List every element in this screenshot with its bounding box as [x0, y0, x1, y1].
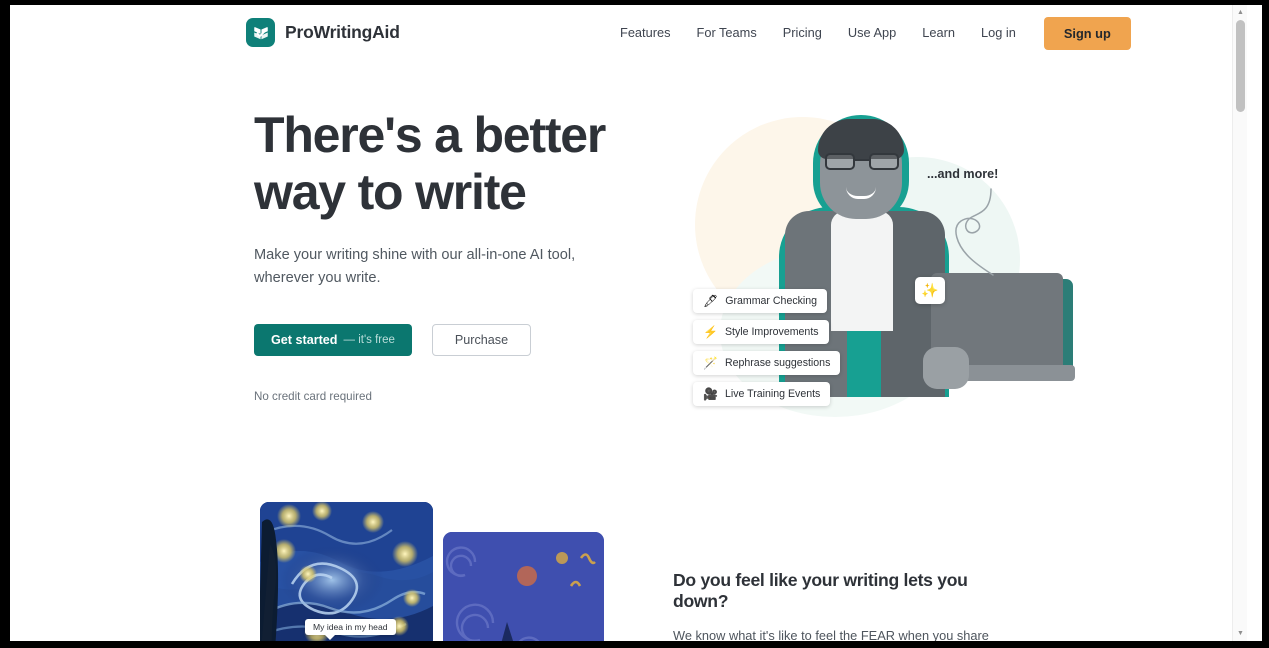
plain-doodles-svg — [443, 532, 604, 641]
sign-up-button[interactable]: Sign up — [1043, 17, 1131, 50]
section-two-body: We know what it's like to feel the FEAR … — [673, 628, 989, 641]
site-header: ProWritingAid Features For Teams Pricing… — [10, 5, 1247, 62]
and-more-callout: ...and more! — [927, 167, 999, 181]
feature-chip-label: Grammar Checking — [725, 295, 818, 307]
feature-chip-style-improvements[interactable]: ⚡ Style Improvements — [693, 320, 829, 344]
feature-chip-label: Style Improvements — [724, 326, 819, 338]
purchase-button[interactable]: Purchase — [431, 323, 532, 356]
no-credit-card-note: No credit card required — [254, 389, 372, 403]
webpage-content: ProWritingAid Features For Teams Pricing… — [10, 5, 1247, 641]
film-projector-icon: 🎥 — [703, 387, 718, 401]
curly-arrow-icon — [955, 188, 994, 276]
browser-viewport: ProWritingAid Features For Teams Pricing… — [10, 5, 1262, 641]
page-title: There's a better way to write — [254, 107, 606, 220]
feature-chip-label: Live Training Events — [724, 388, 821, 400]
glasses-lens-left — [825, 153, 855, 170]
feature-chip-live-training-events[interactable]: 🎥 Live Training Events — [693, 382, 831, 406]
feature-chip-rephrase-suggestions[interactable]: 🪄 Rephrase suggestions — [693, 351, 841, 375]
glasses-lens-right — [869, 153, 899, 170]
quill-pen-icon: 🖋 — [703, 294, 719, 308]
starry-night-painting: My idea in my head — [260, 502, 433, 641]
starry-night-comparison: My idea in my head — [254, 502, 604, 641]
hero-copy: There's a better way to write Make your … — [254, 107, 614, 403]
hero-illustration: 🖋 Grammar Checking ⚡ Style Improvements … — [665, 97, 1075, 447]
person-hand — [923, 347, 969, 389]
nav-link-log-in[interactable]: Log in — [968, 19, 1029, 48]
window-bottom-edge — [0, 641, 1269, 648]
section-two-copy: Do you feel like your writing lets you d… — [673, 570, 1018, 641]
nav-link-use-app[interactable]: Use App — [835, 19, 909, 48]
nav-link-learn[interactable]: Learn — [909, 19, 968, 48]
sparkles-icon: ✨ — [921, 282, 939, 298]
hero-subtitle: Make your writing shine with our all-in-… — [254, 247, 576, 287]
hero-section: There's a better way to write Make your … — [10, 62, 1247, 482]
book-check-icon — [246, 18, 275, 47]
vertical-scrollbar[interactable]: ▲ ▼ — [1232, 5, 1247, 641]
plain-idea-card — [443, 532, 604, 641]
browser-window-frame: ProWritingAid Features For Teams Pricing… — [0, 0, 1269, 648]
hero-cta-group: Get started — it's free Purchase — [254, 323, 614, 356]
scrollbar-up-arrow[interactable]: ▲ — [1233, 5, 1248, 20]
glasses-bridge — [855, 159, 869, 162]
feature-chip-label: Rephrase suggestions — [724, 357, 831, 369]
glasses-icon — [825, 153, 899, 170]
brand-name: ProWritingAid — [285, 22, 400, 42]
lightning-bolt-icon: ⚡ — [703, 325, 718, 339]
nav-link-features[interactable]: Features — [607, 19, 684, 48]
feature-chip-list: 🖋 Grammar Checking ⚡ Style Improvements … — [693, 289, 878, 413]
get-started-label: Get started — [271, 332, 338, 347]
section-two-title: Do you feel like your writing lets you d… — [673, 570, 968, 611]
get-started-note: — it's free — [343, 333, 395, 346]
scrollbar-thumb[interactable] — [1236, 20, 1245, 112]
magic-wand-icon: 🪄 — [703, 356, 718, 370]
primary-navigation: Features For Teams Pricing Use App Learn… — [607, 5, 1131, 62]
scrollbar-down-arrow[interactable]: ▼ — [1233, 626, 1248, 641]
writing-lets-you-down-section: My idea in my head Do you feel like your… — [10, 482, 1247, 641]
get-started-button[interactable]: Get started — it's free — [254, 323, 412, 356]
feature-chip-grammar-checking[interactable]: 🖋 Grammar Checking — [693, 289, 828, 313]
nav-link-for-teams[interactable]: For Teams — [684, 19, 770, 48]
brand-logo-link[interactable]: ProWritingAid — [246, 18, 400, 47]
nav-link-pricing[interactable]: Pricing — [770, 19, 835, 48]
idea-in-my-head-label: My idea in my head — [305, 619, 396, 640]
sparkle-card[interactable]: ✨ — [915, 277, 945, 304]
